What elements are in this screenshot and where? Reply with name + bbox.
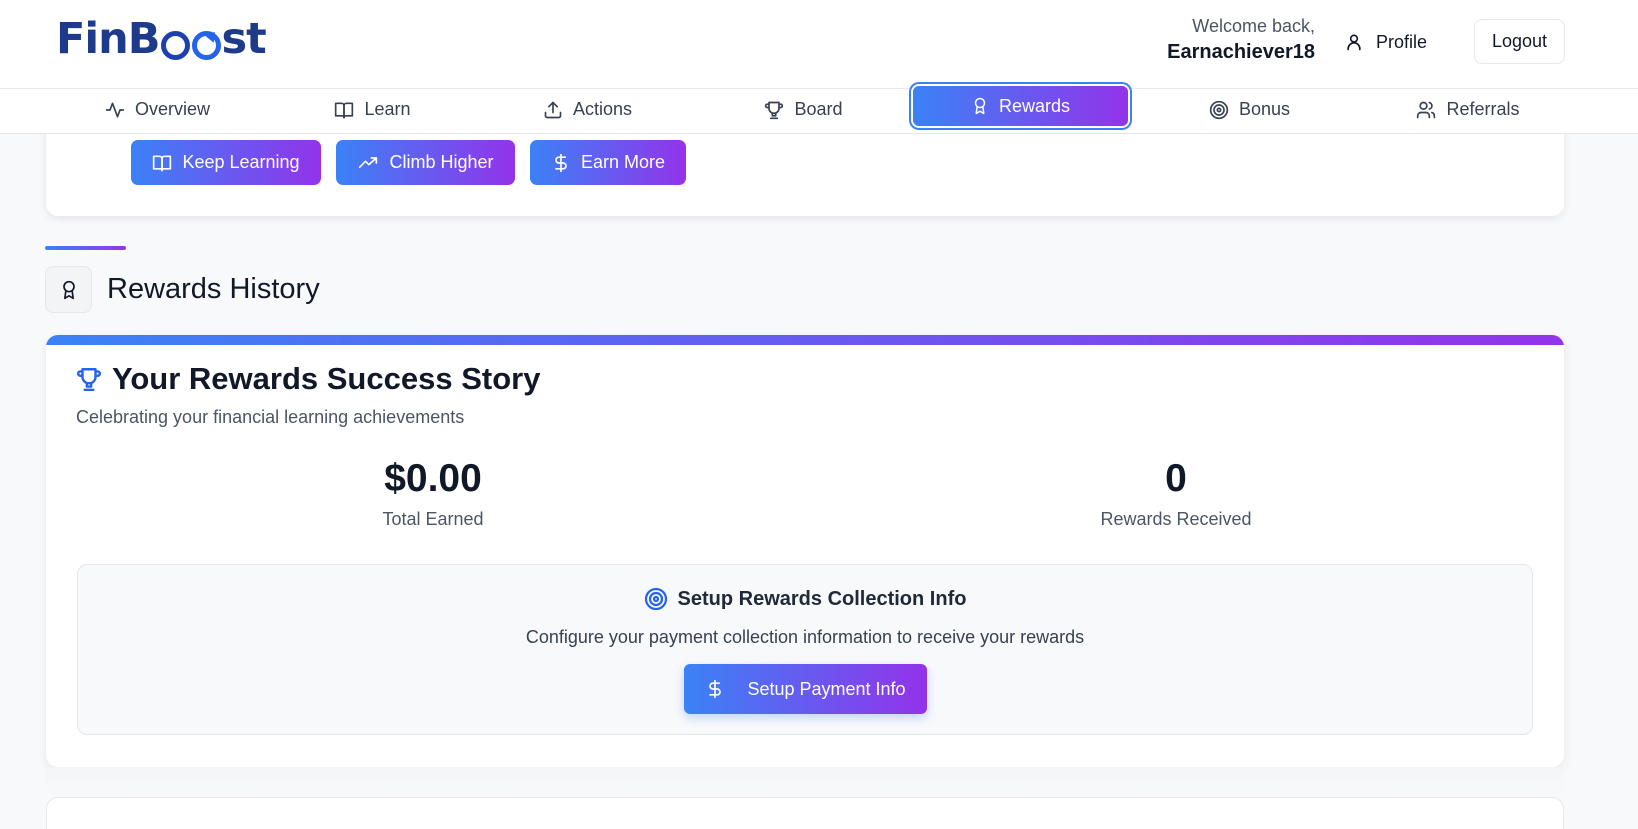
tab-label: Learn xyxy=(364,99,411,119)
earn-more-button[interactable]: Earn More xyxy=(530,140,686,185)
card-divider-strip xyxy=(46,767,1564,797)
award-icon xyxy=(45,266,92,313)
logout-button[interactable]: Logout xyxy=(1474,19,1565,64)
total-earned-value: $0.00 xyxy=(384,457,482,500)
tab-actions[interactable]: Actions xyxy=(490,89,685,130)
tab-rewards[interactable]: Rewards xyxy=(913,86,1128,126)
trophy-icon xyxy=(76,366,102,392)
username: Earnachiever18 xyxy=(1167,41,1315,63)
tab-overview[interactable]: Overview xyxy=(60,89,255,130)
finboost-logo[interactable]: FinB st xyxy=(56,14,267,64)
profile-button[interactable]: Profile xyxy=(1344,24,1427,60)
activity-icon xyxy=(105,100,125,120)
story-subtitle: Celebrating your financial learning achi… xyxy=(76,407,465,427)
keep-learning-label: Keep Learning xyxy=(182,152,300,172)
story-title: Your Rewards Success Story xyxy=(112,361,541,396)
users-icon xyxy=(1416,100,1436,120)
dollar-icon xyxy=(705,679,725,699)
dollar-icon xyxy=(551,153,571,173)
tab-label: Overview xyxy=(134,99,210,119)
book-icon xyxy=(152,153,172,173)
tab-referrals[interactable]: Referrals xyxy=(1368,89,1568,130)
section-title: Rewards History xyxy=(107,273,320,305)
trophy-icon xyxy=(764,100,784,120)
tab-bonus[interactable]: Bonus xyxy=(1152,89,1347,130)
trending-up-icon xyxy=(357,153,379,173)
setup-payment-info-button[interactable]: Setup Payment Info xyxy=(684,664,927,714)
section-accent-bar xyxy=(45,246,126,250)
book-icon xyxy=(334,100,354,120)
rewards-story-card: Your Rewards Success Story Celebrating y… xyxy=(46,335,1564,767)
tab-label: Actions xyxy=(572,99,633,119)
award-icon xyxy=(971,96,989,116)
tab-board[interactable]: Board xyxy=(706,89,901,130)
rewards-received-value: 0 xyxy=(1165,457,1187,500)
keep-learning-button[interactable]: Keep Learning xyxy=(131,140,321,185)
earn-more-label: Earn More xyxy=(580,152,666,172)
total-earned-label: Total Earned xyxy=(382,509,484,529)
target-icon xyxy=(1209,100,1229,120)
setup-heading: Setup Rewards Collection Info xyxy=(78,587,1532,611)
next-card xyxy=(46,797,1564,829)
story-heading: Your Rewards Success Story xyxy=(76,361,540,397)
setup-collection-box: Setup Rewards Collection Info Configure … xyxy=(77,564,1533,735)
tab-learn[interactable]: Learn xyxy=(275,89,470,130)
profile-label: Profile xyxy=(1376,31,1428,52)
card-gradient-bar xyxy=(46,335,1564,345)
climb-higher-label: Climb Higher xyxy=(389,152,494,172)
setup-description: Configure your payment collection inform… xyxy=(525,627,1085,647)
setup-payment-label: Setup Payment Info xyxy=(747,678,906,699)
tab-label: Rewards xyxy=(998,95,1071,116)
tab-label: Board xyxy=(794,99,843,119)
tab-label: Bonus xyxy=(1238,99,1291,119)
rewards-received-stat: 0 Rewards Received xyxy=(1026,457,1326,530)
main-tabs: Overview Learn Actions Board Rewards Bon… xyxy=(0,86,1638,134)
tab-label: Referrals xyxy=(1446,99,1520,119)
welcome-block: Welcome back, Earnachiever18 xyxy=(1167,16,1315,64)
setup-title: Setup Rewards Collection Info xyxy=(677,587,967,610)
app-header: FinB st Welcome back, Earnachiever18 Prof… xyxy=(0,0,1638,89)
welcome-text: Welcome back, xyxy=(1192,16,1315,36)
climb-higher-button[interactable]: Climb Higher xyxy=(336,140,515,185)
upload-icon xyxy=(543,100,563,120)
target-icon xyxy=(644,587,668,611)
total-earned-stat: $0.00 Total Earned xyxy=(283,457,583,530)
user-icon xyxy=(1344,32,1364,52)
quick-actions-card: Keep Learning Climb Higher Earn More xyxy=(46,120,1564,216)
rewards-received-label: Rewards Received xyxy=(1100,509,1252,529)
